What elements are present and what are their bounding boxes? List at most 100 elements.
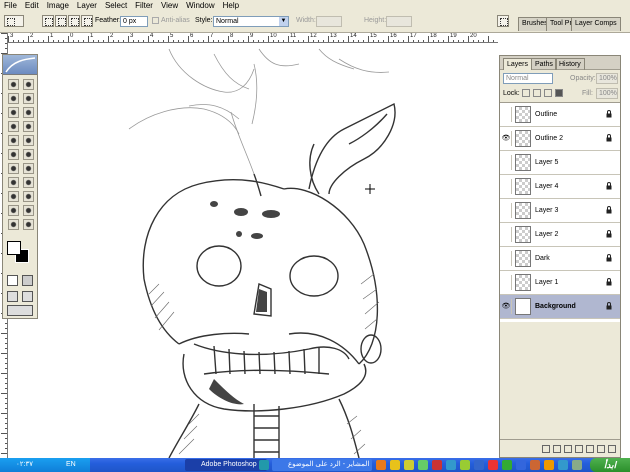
- layer-mask-icon[interactable]: [564, 444, 572, 453]
- magic-wand-icon[interactable]: [23, 93, 34, 104]
- visibility-eye-icon[interactable]: [501, 203, 512, 218]
- layer-row[interactable]: Layer 2: [500, 223, 620, 247]
- menu-view[interactable]: View: [157, 0, 182, 11]
- blur-tool-icon[interactable]: [8, 163, 19, 174]
- crop-tool-icon[interactable]: [8, 107, 19, 118]
- menu-image[interactable]: Image: [43, 0, 73, 11]
- tab-history[interactable]: History: [555, 58, 585, 70]
- user-icon[interactable]: [418, 460, 428, 470]
- visibility-eye-icon[interactable]: [501, 251, 512, 266]
- palette-well-icon[interactable]: [497, 15, 509, 27]
- quick-mask-icon[interactable]: [22, 275, 33, 286]
- style-select[interactable]: Normal ▼: [213, 16, 289, 27]
- toolbox-header[interactable]: [3, 55, 37, 75]
- fill-input[interactable]: 100%: [596, 88, 618, 99]
- trash-icon[interactable]: [608, 444, 616, 453]
- messenger-icon[interactable]: [390, 460, 400, 470]
- lock-all-icon[interactable]: [555, 89, 563, 97]
- desktop-icon[interactable]: [558, 460, 568, 470]
- visibility-eye-icon[interactable]: [501, 155, 512, 170]
- feather-input[interactable]: 0 px: [120, 16, 148, 27]
- opacity-input[interactable]: 100%: [596, 73, 618, 84]
- gradient-tool-icon[interactable]: [23, 149, 34, 160]
- jump-to-imageready-icon[interactable]: [7, 305, 33, 316]
- layer-row[interactable]: Layer 1: [500, 271, 620, 295]
- zoom-tool-icon[interactable]: [23, 219, 34, 230]
- layer-row[interactable]: Dark: [500, 247, 620, 271]
- notes-tool-icon[interactable]: [8, 205, 19, 216]
- layer-row[interactable]: Layer 4: [500, 175, 620, 199]
- layer-row[interactable]: Layer 5: [500, 151, 620, 175]
- dodge-tool-icon[interactable]: [23, 163, 34, 174]
- menu-file[interactable]: File: [0, 0, 21, 11]
- menu-help[interactable]: Help: [219, 0, 243, 11]
- height-input[interactable]: [386, 16, 412, 27]
- screen-mode-standard-icon[interactable]: [7, 291, 18, 302]
- add-selection-button[interactable]: [55, 15, 67, 27]
- task-browser[interactable]: المشاير - الرد على الموضوع: [272, 459, 372, 471]
- subtract-selection-button[interactable]: [68, 15, 80, 27]
- tool-preset-picker[interactable]: [4, 15, 24, 27]
- visibility-eye-icon[interactable]: [501, 179, 512, 194]
- media-icon[interactable]: [432, 460, 442, 470]
- layer-row[interactable]: 👁 Outline 2: [500, 127, 620, 151]
- new-selection-button[interactable]: [42, 15, 54, 27]
- download-icon[interactable]: [460, 460, 470, 470]
- antialias-checkbox[interactable]: Anti-alias: [152, 16, 190, 26]
- language-indicator[interactable]: EN: [66, 458, 76, 472]
- tab-layer-comps[interactable]: Layer Comps: [571, 17, 621, 31]
- new-layer-icon[interactable]: [597, 444, 605, 453]
- folder-icon[interactable]: [544, 460, 554, 470]
- clone-stamp-icon[interactable]: [8, 135, 19, 146]
- type-tool-icon[interactable]: [23, 177, 34, 188]
- lock-transparency-icon[interactable]: [522, 89, 530, 97]
- eyedropper-icon[interactable]: [23, 205, 34, 216]
- ie-icon[interactable]: [474, 460, 484, 470]
- powerpoint-icon[interactable]: [530, 460, 540, 470]
- emoticon-icon[interactable]: [404, 460, 414, 470]
- start-button[interactable]: ابدأ: [590, 458, 630, 472]
- menu-edit[interactable]: Edit: [21, 0, 43, 11]
- shape-tool-icon[interactable]: [23, 191, 34, 202]
- excel-icon[interactable]: [502, 460, 512, 470]
- menu-layer[interactable]: Layer: [73, 0, 101, 11]
- task-photoshop[interactable]: Adobe Photoshop: [185, 459, 267, 471]
- link-layers-icon[interactable]: [542, 444, 550, 453]
- visibility-eye-icon[interactable]: [501, 275, 512, 290]
- lock-move-icon[interactable]: [544, 89, 552, 97]
- move-tool-icon[interactable]: [23, 79, 34, 90]
- standard-mode-icon[interactable]: [7, 275, 18, 286]
- healing-brush-icon[interactable]: [8, 121, 19, 132]
- visibility-eye-icon[interactable]: [501, 227, 512, 242]
- path-select-icon[interactable]: [8, 177, 19, 188]
- new-group-icon[interactable]: [586, 444, 594, 453]
- blend-mode-select[interactable]: Normal: [503, 73, 553, 84]
- history-brush-icon[interactable]: [23, 135, 34, 146]
- intersect-selection-button[interactable]: [81, 15, 93, 27]
- brush-tool-icon[interactable]: [23, 121, 34, 132]
- menu-select[interactable]: Select: [101, 0, 131, 11]
- pen-tool-icon[interactable]: [8, 191, 19, 202]
- eraser-tool-icon[interactable]: [8, 149, 19, 160]
- marquee-tool-icon[interactable]: [8, 79, 19, 90]
- lasso-tool-icon[interactable]: [8, 93, 19, 104]
- width-input[interactable]: [316, 16, 342, 27]
- canvas[interactable]: [9, 44, 498, 458]
- tab-layers[interactable]: Layers: [503, 58, 533, 70]
- visibility-eye-icon[interactable]: 👁: [501, 299, 512, 314]
- word-icon[interactable]: [516, 460, 526, 470]
- explorer-icon[interactable]: [572, 460, 582, 470]
- lock-brush-icon[interactable]: [533, 89, 541, 97]
- menu-window[interactable]: Window: [182, 0, 218, 11]
- menu-filter[interactable]: Filter: [131, 0, 157, 11]
- screen-mode-full-icon[interactable]: [22, 291, 33, 302]
- layer-row[interactable]: Layer 3: [500, 199, 620, 223]
- layer-style-icon[interactable]: [553, 444, 561, 453]
- visibility-eye-icon[interactable]: [501, 107, 512, 122]
- slice-tool-icon[interactable]: [23, 107, 34, 118]
- firefox-icon[interactable]: [376, 460, 386, 470]
- hand-tool-icon[interactable]: [8, 219, 19, 230]
- acrobat-icon[interactable]: [488, 460, 498, 470]
- visibility-eye-icon[interactable]: 👁: [501, 131, 512, 146]
- network-icon[interactable]: [446, 460, 456, 470]
